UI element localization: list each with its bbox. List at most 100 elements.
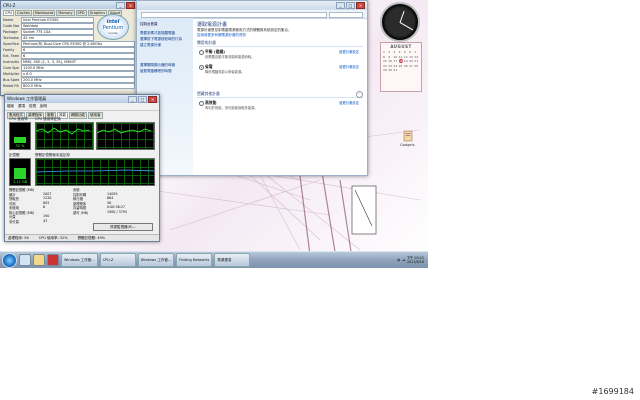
memory-history-graph xyxy=(35,158,155,186)
maximize-button[interactable]: □ xyxy=(346,2,355,9)
minimize-button[interactable]: _ xyxy=(116,1,125,9)
calendar-day[interactable]: 11 xyxy=(399,55,404,59)
calendar-day[interactable]: 31 xyxy=(393,68,398,72)
explorer-icon[interactable] xyxy=(33,254,45,266)
media-icon[interactable] xyxy=(47,254,59,266)
cpuz-field-label: Ext. Family xyxy=(3,54,19,58)
calendar-day[interactable]: 29 xyxy=(383,68,388,72)
section-extra[interactable]: 隱藏其他計畫 ⌃ xyxy=(197,91,363,98)
tab-spd[interactable]: SPD xyxy=(75,10,87,16)
radio-high-performance[interactable] xyxy=(199,101,204,106)
sidebar-link-sleep[interactable]: 變更電腦睡眠的時間 xyxy=(140,69,190,75)
memory-meter-fill xyxy=(14,168,26,179)
radio-power-saver[interactable] xyxy=(199,65,204,70)
calendar-day[interactable]: 15 xyxy=(383,59,388,63)
cpuz-window[interactable]: CPU-Z _ × CPU Caches Mainboard Memory SP… xyxy=(0,0,138,96)
radio-balanced[interactable] xyxy=(199,50,204,55)
menu-help[interactable]: 說明 xyxy=(40,104,47,109)
task-cpuz[interactable]: CPU-Z xyxy=(99,253,136,267)
calendar-day[interactable]: 14 xyxy=(414,55,419,59)
ie-icon[interactable] xyxy=(19,254,31,266)
plan-power-saver-change-link[interactable]: 變更計畫設定 xyxy=(339,64,359,69)
menu-options[interactable]: 選項 xyxy=(18,104,25,109)
tab-memory[interactable]: Memory xyxy=(56,10,75,16)
calendar-day[interactable]: 20 xyxy=(409,59,414,63)
calendar-day[interactable]: 5 xyxy=(404,50,409,54)
calendar-day[interactable]: 22 xyxy=(383,64,388,68)
calendar-day[interactable]: 25 xyxy=(399,64,404,68)
cpuz-field-label: Technology xyxy=(3,36,19,40)
plan-power-saver-desc: 降低電腦效能以節省能源。 xyxy=(205,70,245,74)
task-manager-window[interactable]: Windows 工作管理員 _ □ × 檔案 選項 檢視 說明 應用程式 處理程… xyxy=(4,94,160,242)
cp-titlebar[interactable]: _ □ × xyxy=(137,1,367,10)
close-button[interactable]: × xyxy=(126,1,135,9)
stat-value: 6 xyxy=(43,205,46,209)
calendar-day[interactable]: 4 xyxy=(399,50,404,54)
minimize-button[interactable]: _ xyxy=(336,2,345,9)
cpu-history-line-core1 xyxy=(36,127,91,135)
calendar-day[interactable]: 2 xyxy=(388,50,393,54)
stat-key: 認可 (MB) xyxy=(73,210,89,215)
menu-view[interactable]: 檢視 xyxy=(29,104,36,109)
volume-icon[interactable]: ◄ xyxy=(402,258,405,262)
power-options-window[interactable]: _ □ × 控制台首頁 需要密碼才能喚醒電腦 選擇按下電源按鈕時的行為 建立電源… xyxy=(136,0,368,176)
close-button[interactable]: × xyxy=(148,95,157,103)
calendar-day[interactable]: 21 xyxy=(414,59,419,63)
sidebar-link-create-plan[interactable]: 建立電源計畫 xyxy=(140,43,190,49)
calendar-day[interactable]: 8 xyxy=(383,55,388,59)
start-button[interactable] xyxy=(2,252,17,268)
tray-clock[interactable]: 下午 03:22 2011/8/18 xyxy=(407,256,424,264)
gadget-desktop-icon[interactable] xyxy=(402,130,414,142)
clock-gadget[interactable] xyxy=(380,2,420,42)
close-button[interactable]: × xyxy=(356,2,365,9)
calendar-day[interactable]: 26 xyxy=(404,64,409,68)
section-preferred-label: 慣用的計畫 xyxy=(197,40,216,45)
intel-pentium-logo: intel Pentium inside xyxy=(97,14,129,40)
calendar-day[interactable]: 10 xyxy=(393,55,398,59)
calendar-day[interactable]: 28 xyxy=(414,64,419,68)
cpuz-titlebar[interactable]: CPU-Z _ × xyxy=(1,1,137,9)
calendar-day[interactable]: 1 xyxy=(383,50,388,54)
calendar-day[interactable]: 9 xyxy=(388,55,393,59)
calendar-day[interactable]: 13 xyxy=(409,55,414,59)
calendar-day[interactable]: 24 xyxy=(393,64,398,68)
maximize-button[interactable]: □ xyxy=(138,95,147,103)
calendar-day[interactable]: 6 xyxy=(409,50,414,54)
inside-text: inside xyxy=(108,31,118,35)
calendar-day[interactable]: 23 xyxy=(388,64,393,68)
sidebar-home-link[interactable]: 控制台首頁 xyxy=(140,22,190,28)
tab-cpu[interactable]: CPU xyxy=(3,10,15,16)
menu-file[interactable]: 檔案 xyxy=(7,104,14,109)
network-icon[interactable]: ▤ xyxy=(397,258,400,262)
tm-menubar: 檔案 選項 檢視 說明 xyxy=(5,103,159,111)
task-power-options[interactable]: 電源選項 xyxy=(214,253,251,267)
task-taskmgr-2[interactable]: Windows 工作管... xyxy=(137,253,175,267)
calendar-day[interactable]: 30 xyxy=(388,68,393,72)
tm-titlebar[interactable]: Windows 工作管理員 _ □ × xyxy=(5,95,159,103)
search-input[interactable] xyxy=(329,12,363,18)
calendar-day[interactable]: 19 xyxy=(404,59,409,63)
calendar-gadget[interactable]: AUGUST 1 2 3 4 5 6 7 8 9 10 11 12 13 14 15 16 17 18 19 20 21… xyxy=(380,42,422,92)
calendar-day[interactable]: 7 xyxy=(414,50,419,54)
tab-caches[interactable]: Caches xyxy=(15,10,32,16)
calendar-day[interactable]: 17 xyxy=(393,59,398,63)
plan-balanced[interactable]: 平衡 (建議) 依需要自動平衡效能和能源消耗。 變更計畫設定 xyxy=(197,49,363,62)
resource-monitor-button[interactable]: 資源監視器(R)... xyxy=(93,223,153,231)
task-taskmgr-1[interactable]: Windows 工作管... xyxy=(61,253,98,267)
tab-mainboard[interactable]: Mainboard xyxy=(32,10,56,16)
plan-balanced-change-link[interactable]: 變更計畫設定 xyxy=(339,49,359,54)
collapse-chevron-icon[interactable]: ⌃ xyxy=(356,91,363,98)
calendar-day[interactable]: 12 xyxy=(404,55,409,59)
cpuz-field-value: 800.0 MHz xyxy=(21,83,135,89)
minimize-button[interactable]: _ xyxy=(128,95,137,103)
calendar-day[interactable]: 18 xyxy=(398,59,404,63)
plan-high-performance[interactable]: 高效能 有利於效能，但可能使用較多能源。 變更計畫設定 xyxy=(197,100,363,113)
plan-power-saver[interactable]: 省電 降低電腦效能以節省能源。 變更計畫設定 xyxy=(197,64,363,77)
plan-high-performance-change-link[interactable]: 變更計畫設定 xyxy=(339,100,359,105)
section-preferred: 慣用的計畫 xyxy=(197,40,363,47)
intro-link[interactable]: 告訴我更多有關電源計畫的資訊 xyxy=(197,33,363,38)
calendar-day[interactable]: 16 xyxy=(388,59,393,63)
calendar-day[interactable]: 27 xyxy=(409,64,414,68)
task-networks[interactable]: Finding Networks xyxy=(176,253,213,267)
calendar-day[interactable]: 3 xyxy=(393,50,398,54)
